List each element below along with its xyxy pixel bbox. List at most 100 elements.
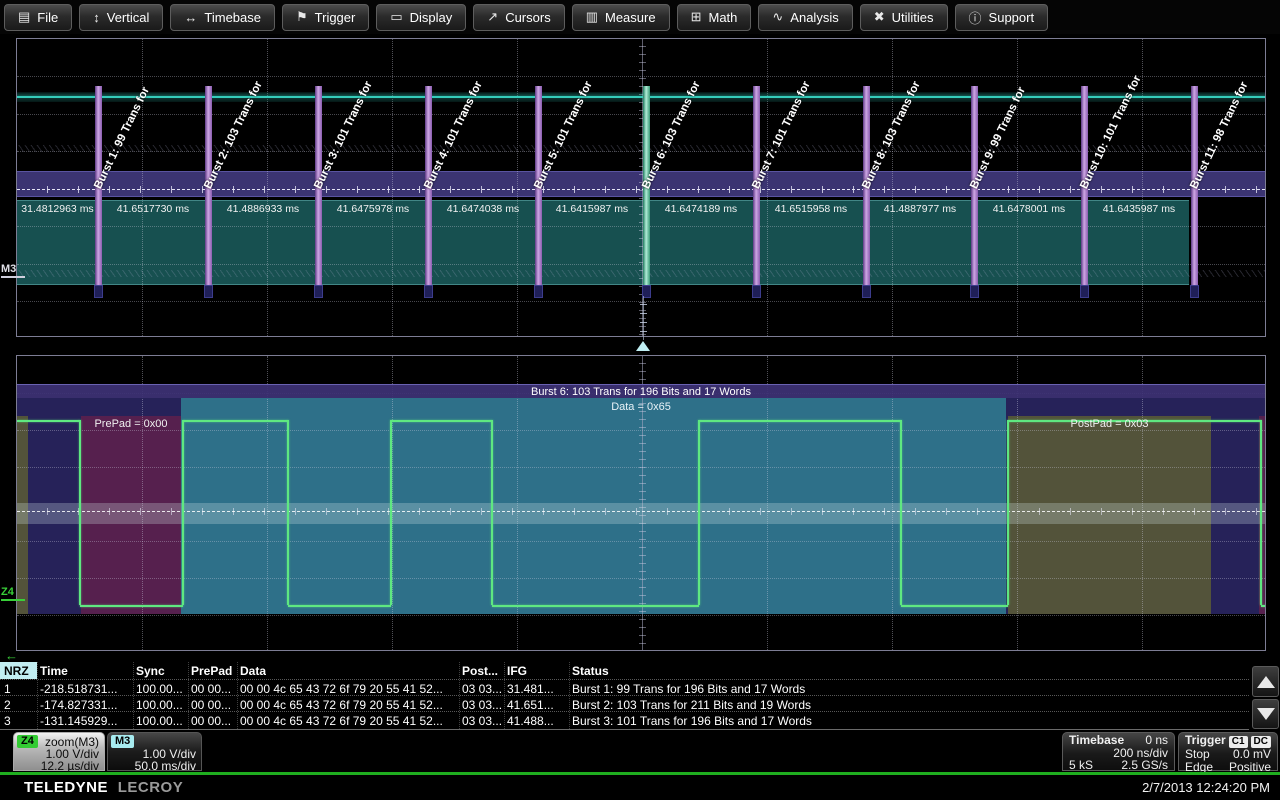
menu-button-cursors[interactable]: ↗ Cursors <box>473 4 564 31</box>
menu-bar: ▤File ↕ Vertical ↔Timebase ⚑ Trigger ▭Display ↗… <box>0 0 1280 34</box>
table-header-post: Post... <box>462 664 498 678</box>
menu-button-file[interactable]: ▤File <box>4 4 72 31</box>
datetime-display: 2/7/2013 12:24:20 PM <box>1142 780 1270 795</box>
zoom-trace-segment <box>183 420 288 422</box>
menu-button-timebase[interactable]: ↔Timebase <box>170 4 275 31</box>
menu-button-math[interactable]: ⊞Math <box>677 4 752 31</box>
segment-time-label: 41.6474038 ms <box>428 203 538 215</box>
table-row-3-cell[interactable]: 3 <box>4 714 11 728</box>
table-row-3-cell[interactable]: -131.145929... <box>40 714 117 728</box>
calculator-icon: ⊞ <box>691 9 702 25</box>
flag-icon: ⚑ <box>296 9 308 25</box>
table-row-2-cell[interactable]: -174.827331... <box>40 698 117 712</box>
timebase-rate: 2.5 GS/s <box>1121 759 1168 772</box>
zoom-trace-segment <box>901 605 1008 607</box>
table-row-2-cell[interactable]: Burst 2: 103 Trans for 211 Bits and 19 W… <box>572 698 811 712</box>
table-row-2-cell[interactable]: 00 00... <box>191 698 231 712</box>
table-row-1-cell[interactable]: 00 00... <box>191 682 231 696</box>
menu-button-vertical[interactable]: ↕ Vertical <box>79 4 163 31</box>
table-row-2-cell[interactable]: 00 00 4c 65 43 72 6f 79 20 55 41 52... <box>240 698 443 712</box>
table-row-3-cell[interactable]: 41.488... <box>507 714 554 728</box>
zoom-trace-segment <box>17 420 80 422</box>
zoom-trace-segment <box>80 605 183 607</box>
segment-time-label: 41.6517730 ms <box>98 203 208 215</box>
z4-tdiv: 12.2 µs/div <box>17 760 99 772</box>
table-scroll-down-button[interactable] <box>1252 699 1279 729</box>
brand-secondary: LECROY <box>118 779 184 796</box>
table-row-1-cell[interactable]: 31.481... <box>507 682 554 696</box>
timebase-title: Timebase <box>1069 734 1124 747</box>
z4-trace-descriptor[interactable]: Z4 zoom(M3) 1.00 V/div 12.2 µs/div <box>13 732 105 771</box>
menu-label-display: Display <box>410 10 453 25</box>
overview-waveform-grid: Burst 1: 99 Trans forBurst 2: 103 Trans … <box>16 38 1266 337</box>
z4-badge: Z4 <box>17 735 38 748</box>
pan-left-arrow-icon[interactable]: ← <box>5 648 18 663</box>
down-triangle-icon <box>1257 708 1275 720</box>
table-row-1-cell[interactable]: 1 <box>4 682 11 696</box>
burst-banner: Burst 6: 103 Trans for 196 Bits and 17 W… <box>17 384 1265 398</box>
segment-time-label: 41.6478001 ms <box>974 203 1084 215</box>
table-header-sync: Sync <box>136 664 165 678</box>
horizontal-arrows-icon: ↔ <box>184 10 197 25</box>
table-row-1-cell[interactable]: Burst 1: 99 Trans for 196 Bits and 17 Wo… <box>572 682 805 696</box>
menu-label-utilities: Utilities <box>892 10 934 25</box>
table-row-1-cell[interactable]: 00 00 4c 65 43 72 6f 79 20 55 41 52... <box>240 682 443 696</box>
table-row-3-cell[interactable]: 00 00... <box>191 714 231 728</box>
trigger-box[interactable]: Trigger C1DC Stop 0.0 mV Edge Positive <box>1178 732 1278 771</box>
segment-time-label: 41.4887977 ms <box>866 203 974 215</box>
table-row-1-cell[interactable]: -218.518731... <box>40 682 117 696</box>
table-row-2-cell[interactable]: 03 03... <box>462 698 502 712</box>
table-row-1-cell[interactable]: 03 03... <box>462 682 502 696</box>
table-row-1-cell[interactable]: 100.00... <box>136 682 183 696</box>
timebase-samples: 5 kS <box>1069 759 1093 772</box>
zoom-trace-segment <box>699 420 901 422</box>
cursor-arrow-icon: ↗ <box>487 9 498 25</box>
menu-label-support: Support <box>989 10 1035 25</box>
trigger-position-marker[interactable] <box>636 341 650 351</box>
z4-channel-label: Z4 <box>1 586 25 601</box>
zoom-trace-edge <box>1007 420 1009 605</box>
menu-label-measure: Measure <box>605 10 656 25</box>
m3-trace-descriptor[interactable]: M3 1.00 V/div 50.0 ms/div <box>107 732 202 771</box>
zoom-trace-segment <box>391 420 492 422</box>
z4-title: zoom(M3) <box>45 736 99 748</box>
menu-button-display[interactable]: ▭Display <box>376 4 466 31</box>
teledyne-lecroy-logo: TELEDYNE LECROY <box>24 779 183 796</box>
info-icon: ⓘ <box>969 8 982 27</box>
zoom-waveform-grid: Burst 6: 103 Trans for 196 Bits and 17 W… <box>16 355 1266 651</box>
table-row-2-cell[interactable]: 2 <box>4 698 11 712</box>
burst-marker-foot-1 <box>94 285 103 298</box>
table-row-3-cell[interactable]: 03 03... <box>462 714 502 728</box>
zoom-trace-edge <box>491 420 493 605</box>
burst-marker-foot-2 <box>204 285 213 298</box>
menu-label-vertical: Vertical <box>107 10 150 25</box>
segment-time-label: 41.6415987 ms <box>538 203 646 215</box>
table-header-time: Time <box>40 664 68 678</box>
segment-time-label: 41.6474189 ms <box>646 203 756 215</box>
trigger-title: Trigger <box>1185 734 1226 748</box>
burst-marker-foot-11 <box>1190 285 1199 298</box>
menu-button-support[interactable]: ⓘ Support <box>955 4 1049 31</box>
zoom-trace-segment <box>492 605 699 607</box>
zoom-trace-edge <box>390 420 392 605</box>
table-row-3-cell[interactable]: 100.00... <box>136 714 183 728</box>
menu-label-trigger: Trigger <box>315 10 356 25</box>
menu-label-file: File <box>37 10 58 25</box>
table-scroll-up-button[interactable] <box>1252 666 1279 697</box>
waveform-chart-icon: ∿ <box>772 9 783 25</box>
vertical-arrows-icon: ↕ <box>93 10 100 25</box>
decode-table: NRZTimeSyncPrePadDataPost...IFGStatus1-2… <box>0 662 1249 730</box>
table-row-3-cell[interactable]: Burst 3: 101 Trans for 196 Bits and 17 W… <box>572 714 812 728</box>
table-row-separator <box>0 679 1249 680</box>
table-row-3-cell[interactable]: 00 00 4c 65 43 72 6f 79 20 55 41 52... <box>240 714 443 728</box>
menu-button-trigger[interactable]: ⚑ Trigger <box>282 4 369 31</box>
table-row-2-cell[interactable]: 100.00... <box>136 698 183 712</box>
menu-button-analysis[interactable]: ∿Analysis <box>758 4 852 31</box>
table-row-2-cell[interactable]: 41.651... <box>507 698 554 712</box>
menu-label-cursors: Cursors <box>505 10 551 25</box>
timebase-box[interactable]: Timebase 0 ns 200 ns/div 5 kS 2.5 GS/s <box>1062 732 1175 771</box>
tools-icon: ✖ <box>874 9 885 25</box>
menu-button-measure[interactable]: ▥Measure <box>572 4 670 31</box>
menu-button-utilities[interactable]: ✖ Utilities <box>860 4 948 31</box>
burst-marker-foot-7 <box>752 285 761 298</box>
